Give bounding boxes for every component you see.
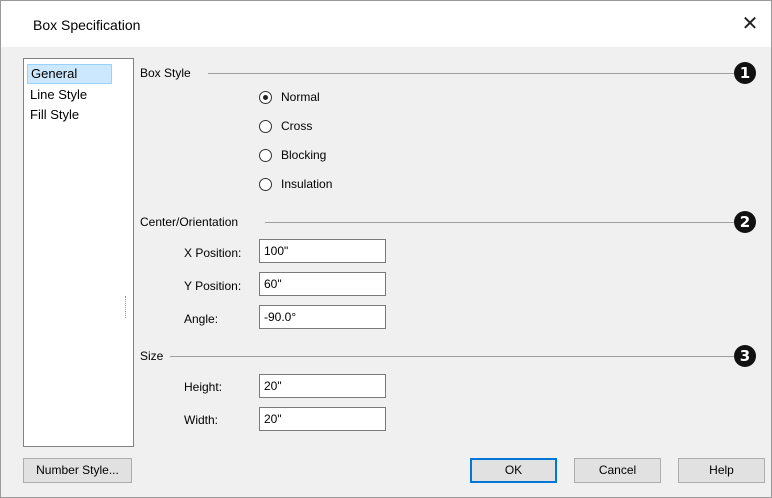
y-position-label: Y Position:	[184, 279, 242, 293]
center-orientation-group-label: Center/Orientation	[140, 215, 239, 229]
radio-button[interactable]	[259, 120, 272, 133]
nav-item-line-style[interactable]: Line Style	[27, 86, 128, 104]
category-list: General Line Style Fill Style	[23, 58, 134, 447]
callout-badge-2: 2	[734, 211, 756, 233]
cancel-button[interactable]: Cancel	[574, 458, 661, 483]
height-label: Height:	[184, 380, 223, 394]
number-style-button[interactable]: Number Style...	[23, 458, 132, 483]
width-label: Width:	[184, 413, 219, 427]
radio-button-checked[interactable]	[259, 91, 272, 104]
callout-badge-3: 3	[734, 345, 756, 367]
nav-item-general[interactable]: General	[27, 64, 112, 84]
close-icon[interactable]: ✕	[736, 11, 764, 37]
nav-item-fill-style[interactable]: Fill Style	[27, 106, 128, 124]
title-bar: Box Specification ✕	[1, 1, 771, 47]
radio-cross-label: Cross	[281, 119, 313, 133]
radio-blocking-label: Blocking	[281, 148, 327, 162]
size-divider	[170, 356, 734, 357]
angle-field[interactable]	[259, 305, 386, 329]
radio-insulation-label: Insulation	[281, 177, 333, 191]
x-position-field[interactable]	[259, 239, 386, 263]
size-group-label: Size	[140, 349, 164, 363]
help-button[interactable]: Help	[678, 458, 765, 483]
y-position-field[interactable]	[259, 272, 386, 296]
box-style-divider	[208, 73, 734, 74]
x-position-label: X Position:	[184, 246, 242, 260]
box-style-group-label: Box Style	[140, 66, 191, 80]
dialog-title: Box Specification	[33, 17, 141, 33]
height-field[interactable]	[259, 374, 386, 398]
callout-badge-1: 1	[734, 62, 756, 84]
box-specification-dialog: Box Specification ✕ General Line Style F…	[0, 0, 772, 498]
radio-normal-label: Normal	[281, 90, 320, 104]
ok-button[interactable]: OK	[470, 458, 557, 483]
radio-button[interactable]	[259, 149, 272, 162]
radio-button[interactable]	[259, 178, 272, 191]
center-orientation-divider	[265, 222, 734, 223]
panel-splitter[interactable]	[125, 296, 128, 318]
angle-label: Angle:	[184, 312, 219, 326]
width-field[interactable]	[259, 407, 386, 431]
